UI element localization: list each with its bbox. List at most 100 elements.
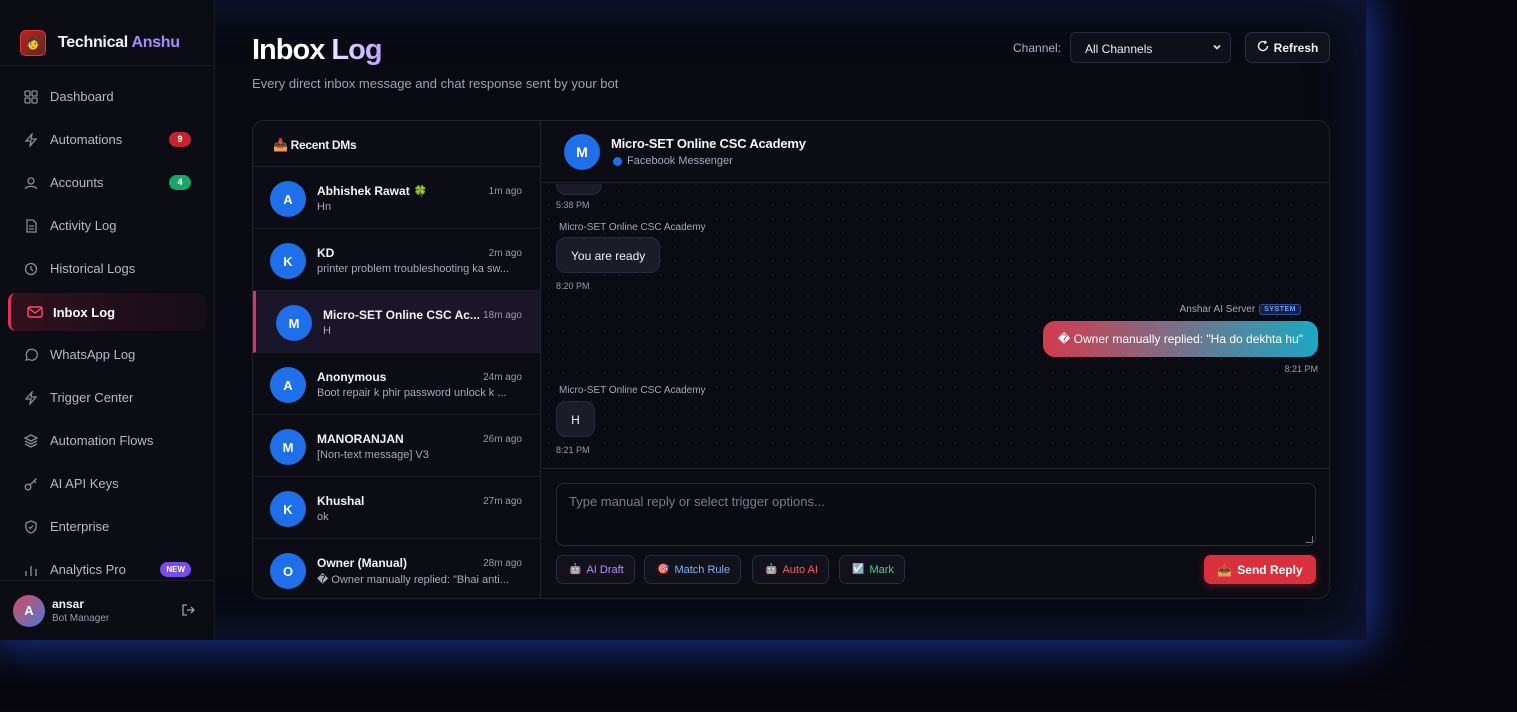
dm-name-text: Abhishek Rawat: [317, 184, 410, 198]
dm-name: Abhishek Rawat 🍀: [317, 184, 427, 198]
sidebar-item-inbox-log[interactable]: Inbox Log: [8, 293, 206, 331]
dm-name: MANORANJAN: [317, 432, 404, 446]
avatar: O: [270, 553, 306, 589]
dm-preview: Hn: [317, 201, 332, 213]
sidebar-item-activity-log[interactable]: Activity Log: [0, 204, 214, 247]
ai-draft-button[interactable]: 🤖 AI Draft: [556, 555, 635, 584]
auto-ai-button[interactable]: 🤖 Auto AI: [752, 555, 829, 584]
sidebar-item-label: Activity Log: [50, 218, 117, 233]
chat-platform: Facebook Messenger: [613, 155, 733, 167]
dm-time: 18m ago: [483, 310, 522, 321]
sidebar-item-label: Accounts: [50, 175, 104, 190]
dm-name: Anonymous: [317, 370, 387, 384]
list-item-active[interactable]: M Micro-SET Online CSC Ac... 18m ago H: [253, 291, 540, 353]
sidebar-item-accounts[interactable]: Accounts 4: [0, 161, 214, 204]
main-content: Inbox Log Every direct inbox message and…: [216, 0, 1366, 640]
refresh-label: Refresh: [1273, 40, 1319, 55]
dm-preview: printer problem troubleshooting ka sw...: [317, 263, 509, 275]
match-rule-button[interactable]: 🎯 Match Rule: [644, 555, 742, 584]
dm-preview: ok: [317, 511, 329, 523]
dm-time: 26m ago: [483, 434, 522, 445]
message-bubble: H: [556, 401, 595, 437]
send-reply-button[interactable]: 📤 Send Reply: [1204, 555, 1316, 584]
reply-input[interactable]: Type manual reply or select trigger opti…: [556, 483, 1316, 546]
refresh-button[interactable]: Refresh: [1245, 32, 1330, 63]
count-badge: 9: [169, 132, 191, 147]
page-title: Inbox Log: [252, 34, 383, 66]
list-item[interactable]: K KD 2m ago printer problem troubleshoot…: [253, 229, 540, 291]
resize-handle[interactable]: [1306, 536, 1313, 543]
message-sender-name: Anshar AI Server: [1179, 304, 1256, 315]
user-role: Bot Manager: [52, 613, 110, 624]
target-icon: 🎯: [657, 564, 670, 575]
list-item[interactable]: O Owner (Manual) 28m ago � Owner manuall…: [253, 539, 540, 598]
chat-messages[interactable]: 5:38 PM Micro-SET Online CSC Academy You…: [542, 184, 1329, 468]
logout-icon[interactable]: [181, 603, 195, 620]
list-item[interactable]: A Abhishek Rawat 🍀 1m ago Hn: [253, 167, 540, 229]
bolt-icon: [24, 389, 38, 406]
shield-icon: [24, 519, 38, 534]
chat-platform-label: Facebook Messenger: [627, 155, 733, 167]
avatar: M: [276, 305, 312, 341]
system-badge: SYSTEM: [1259, 304, 1301, 315]
chip-label: Mark: [869, 563, 894, 576]
sidebar-item-dashboard[interactable]: Dashboard: [0, 75, 214, 118]
list-item[interactable]: K Khushal 27m ago ok: [253, 477, 540, 539]
dm-name: Micro-SET Online CSC Ac...: [323, 308, 480, 322]
reply-placeholder: Type manual reply or select trigger opti…: [569, 494, 825, 509]
dm-preview: Boot repair k phir password unlock k ...: [317, 387, 507, 399]
sidebar-item-whatsapp-log[interactable]: WhatsApp Log: [0, 333, 214, 376]
sidebar-item-label: Analytics Pro: [50, 562, 126, 577]
avatar: A: [270, 367, 306, 403]
dm-list-title: 📥 Recent DMs: [253, 121, 540, 167]
avatar: A: [270, 181, 306, 217]
page-subtitle: Every direct inbox message and chat resp…: [252, 76, 619, 91]
sidebar-item-historical-logs[interactable]: Historical Logs: [0, 247, 214, 290]
message-sender: Micro-SET Online CSC Academy: [559, 385, 706, 396]
sidebar-item-automation-flows[interactable]: Automation Flows: [0, 419, 214, 462]
user-name: ansar: [52, 597, 85, 611]
layers-icon: [23, 433, 39, 448]
sidebar-item-enterprise[interactable]: Enterprise: [0, 505, 214, 548]
chevron-down-icon: [1212, 42, 1222, 55]
sidebar-item-trigger-center[interactable]: Trigger Center: [0, 376, 214, 419]
clock-icon: [24, 262, 38, 276]
chip-label: Match Rule: [674, 563, 731, 576]
list-item[interactable]: A Anonymous 24m ago Boot repair k phir p…: [253, 353, 540, 415]
document-icon: [24, 218, 38, 233]
chat-contact-name: Micro-SET Online CSC Academy: [611, 136, 806, 151]
sidebar-item-label: Inbox Log: [53, 304, 116, 320]
message-bubble: You are ready: [556, 237, 661, 273]
message-bubble-outgoing: � Owner manually replied: "Ha do dekhta …: [1043, 321, 1318, 357]
sidebar-item-automations[interactable]: Automations 9: [0, 118, 214, 161]
avatar: K: [270, 243, 306, 279]
sidebar-item-ai-api-keys[interactable]: AI API Keys: [0, 462, 214, 505]
message-sender: Anshar AI Server SYSTEM: [1180, 304, 1301, 315]
avatar[interactable]: A: [13, 594, 45, 627]
message-sender: Micro-SET Online CSC Academy: [559, 222, 706, 233]
sidebar-item-label: Automations: [50, 132, 123, 147]
sidebar-item-label: AI API Keys: [50, 476, 119, 491]
avatar: K: [270, 491, 306, 527]
messenger-icon: [613, 156, 622, 166]
sidebar-item-label: Enterprise: [50, 519, 110, 534]
mark-button[interactable]: ☑️ Mark: [839, 555, 905, 584]
dm-name: Owner (Manual): [317, 556, 408, 570]
sidebar-item-label: Historical Logs: [50, 261, 136, 276]
chip-label: AI Draft: [586, 563, 624, 576]
clover-icon: 🍀: [413, 186, 428, 198]
send-icon: 📤: [1217, 562, 1233, 577]
brand[interactable]: 🧑 Technical Anshu: [0, 0, 214, 66]
message-time: 8:21 PM: [556, 445, 590, 455]
channel-select[interactable]: All Channels: [1070, 32, 1231, 63]
bar-chart-icon: [24, 563, 38, 577]
dm-time: 28m ago: [483, 558, 522, 569]
dm-time: 27m ago: [483, 496, 522, 507]
channel-select-value: All Channels: [1085, 42, 1153, 56]
sidebar: 🧑 Technical Anshu Dashboard Automations …: [0, 0, 215, 640]
list-item[interactable]: M MANORANJAN 26m ago [Non-text message] …: [253, 415, 540, 477]
key-icon: [24, 477, 38, 491]
message-time: 8:20 PM: [556, 281, 590, 291]
mail-icon: [27, 305, 43, 319]
chat-icon: [24, 348, 38, 362]
